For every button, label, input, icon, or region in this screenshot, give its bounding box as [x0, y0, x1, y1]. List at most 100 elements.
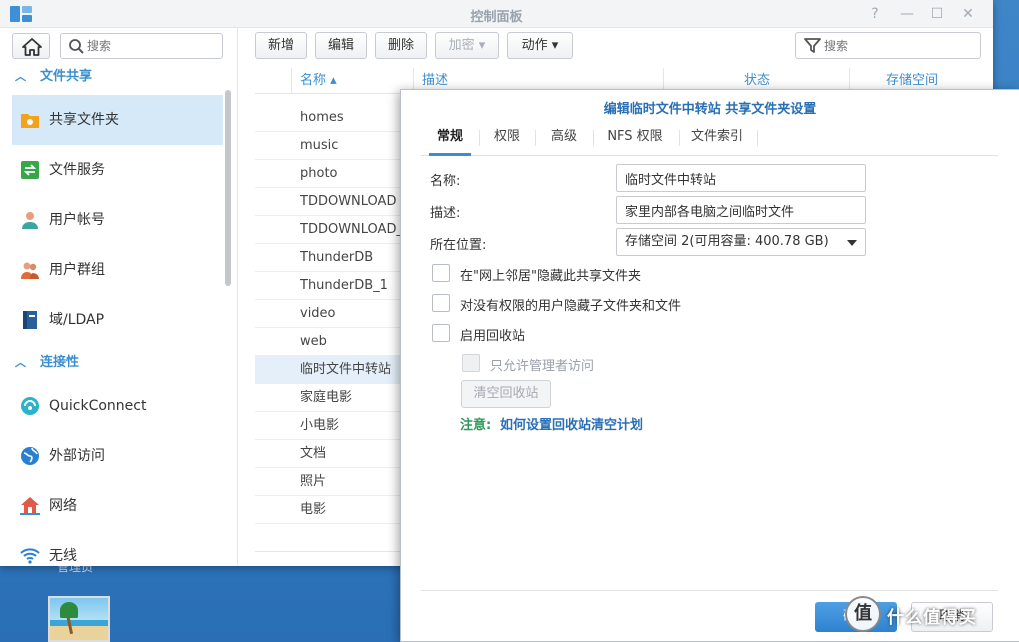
table-row[interactable]: 文档 [255, 440, 400, 468]
recycle-schedule-help-link[interactable]: 如何设置回收站清空计划 [500, 414, 643, 433]
table-row[interactable]: ThunderDB [255, 244, 400, 272]
sidebar-item-shared-folder[interactable]: 共享文件夹 [12, 95, 223, 145]
sidebar-item-file-services[interactable]: 文件服务 [12, 145, 223, 195]
location-value: 存储空间 2(可用容量: 400.78 GB) [625, 234, 829, 249]
tab-nfs-permissions[interactable]: NFS 权限 [599, 122, 671, 156]
hide-subfolders-checkbox[interactable] [432, 294, 450, 312]
collapse-caret-icon: ︿ [15, 70, 26, 83]
column-name-header[interactable]: 名称 ▴ [291, 68, 413, 94]
tab-file-indexing[interactable]: 文件索引 [685, 122, 749, 156]
sidebar-item-label: 共享文件夹 [49, 112, 119, 128]
table-row[interactable]: 照片 [255, 468, 400, 496]
window-title: 控制面板 [470, 10, 523, 25]
section-label: 连接性 [40, 355, 80, 370]
admin-only-checkbox[interactable] [462, 354, 480, 372]
dialog-tabs: 常规 权限 高级 NFS 权限 文件索引 [421, 122, 998, 156]
hide-in-network-label: 在"网上邻居"隐藏此共享文件夹 [460, 269, 641, 284]
section-label: 文件共享 [40, 69, 93, 84]
desktop-image-file-icon[interactable] [48, 596, 110, 642]
table-row[interactable]: 家庭电影 [255, 384, 400, 412]
minimize-button[interactable]: — [898, 5, 916, 23]
watermark-text: 什么值得买 [887, 608, 977, 628]
home-button[interactable] [12, 33, 50, 59]
domain-ldap-icon [23, 311, 37, 329]
file-services-icon [21, 161, 39, 179]
sidebar: ︿ 文件共享 共享文件夹 文件服务 用户帐号 用户群组 域/LDAP ︿ 连接性 [0, 28, 238, 566]
table-row[interactable]: music [255, 132, 400, 160]
sidebar-item-network[interactable]: 网络 [12, 481, 223, 531]
watermark-badge: 值 [845, 596, 881, 632]
dropdown-arrow-icon [847, 240, 857, 246]
help-button[interactable]: ? [866, 5, 884, 23]
edit-shared-folder-dialog: 编辑临时文件中转站 共享文件夹设置 常规 权限 高级 NFS 权限 文件索引 名… [400, 89, 1019, 642]
location-select[interactable]: 存储空间 2(可用容量: 400.78 GB) [616, 228, 866, 256]
section-file-sharing[interactable]: ︿ 文件共享 [0, 65, 222, 89]
sidebar-item-label: 域/LDAP [49, 312, 105, 328]
table-row[interactable]: 临时文件中转站 [255, 356, 400, 384]
section-connectivity[interactable]: ︿ 连接性 [0, 351, 222, 375]
name-input[interactable] [616, 164, 866, 192]
empty-recycle-bin-button[interactable]: 清空回收站 [461, 380, 551, 408]
title-bar: 控制面板 ? — ☐ ✕ [0, 0, 993, 28]
delete-button[interactable]: 删除 [375, 32, 427, 59]
collapse-caret-icon: ︿ [15, 356, 26, 369]
enable-recycle-bin-checkbox[interactable] [432, 324, 450, 342]
sidebar-item-user[interactable]: 用户帐号 [12, 195, 223, 245]
sidebar-item-quickconnect[interactable]: QuickConnect [12, 381, 223, 431]
sidebar-item-label: QuickConnect [49, 398, 147, 414]
table-row[interactable]: 电影 [255, 496, 400, 524]
grid-bottom-divider [255, 551, 400, 552]
sidebar-search-box[interactable] [60, 33, 223, 59]
home-icon [22, 38, 42, 56]
table-row[interactable]: homes [255, 104, 400, 132]
sidebar-item-group[interactable]: 用户群组 [12, 245, 223, 295]
sidebar-item-domain-ldap[interactable]: 域/LDAP [12, 295, 223, 345]
table-row[interactable]: TDDOWNLOAD [255, 188, 400, 216]
dialog-title: 编辑临时文件中转站 共享文件夹设置 [603, 102, 817, 117]
globe-icon [21, 447, 39, 465]
edit-button[interactable]: 编辑 [315, 32, 367, 59]
shared-folder-icon [21, 114, 39, 128]
description-label: 描述: [430, 206, 461, 221]
action-dropdown[interactable]: 动作 ▾ [507, 32, 573, 59]
filter-icon [804, 38, 821, 53]
sidebar-item-external-access[interactable]: 外部访问 [12, 431, 223, 481]
quickconnect-icon [21, 397, 39, 415]
filter-input[interactable] [824, 36, 974, 56]
name-label: 名称: [430, 174, 461, 189]
search-icon [69, 39, 84, 54]
tab-permissions[interactable]: 权限 [485, 122, 529, 156]
description-input[interactable] [616, 196, 866, 224]
sidebar-item-label: 无线 [49, 548, 77, 564]
sidebar-item-label: 用户帐号 [49, 212, 105, 228]
close-button[interactable]: ✕ [959, 5, 977, 23]
table-row[interactable]: photo [255, 160, 400, 188]
site-watermark: 值 什么值得买 [845, 596, 1019, 636]
table-row[interactable]: TDDOWNLOAD_1 [255, 216, 411, 244]
user-icon [22, 212, 38, 229]
location-label: 所在位置: [430, 238, 487, 253]
dialog-footer-divider [421, 590, 998, 591]
table-row[interactable]: video [255, 300, 400, 328]
maximize-button[interactable]: ☐ [928, 5, 946, 23]
hide-subfolders-label: 对没有权限的用户隐藏子文件夹和文件 [460, 299, 682, 314]
table-row[interactable]: ThunderDB_1 [255, 272, 400, 300]
table-row[interactable]: web [255, 328, 400, 356]
sidebar-item-wireless[interactable]: 无线 [12, 531, 223, 581]
tab-advanced[interactable]: 高级 [541, 122, 587, 156]
sidebar-search-input[interactable] [87, 36, 217, 56]
hide-in-network-checkbox[interactable] [432, 264, 450, 282]
tab-general[interactable]: 常规 [429, 122, 471, 156]
sidebar-item-label: 外部访问 [49, 448, 105, 464]
network-icon [20, 497, 40, 515]
enable-recycle-bin-label: 启用回收站 [460, 329, 526, 344]
encrypt-dropdown[interactable]: 加密 ▾ [435, 32, 499, 59]
sidebar-scrollbar[interactable] [225, 90, 231, 286]
sidebar-item-label: 网络 [49, 498, 77, 514]
table-row[interactable]: 小电影 [255, 412, 400, 440]
group-icon [21, 262, 39, 279]
create-button[interactable]: 新增 [255, 32, 307, 59]
wifi-icon [20, 548, 40, 564]
sidebar-item-label: 文件服务 [49, 162, 105, 178]
filter-search-box[interactable] [795, 32, 981, 59]
